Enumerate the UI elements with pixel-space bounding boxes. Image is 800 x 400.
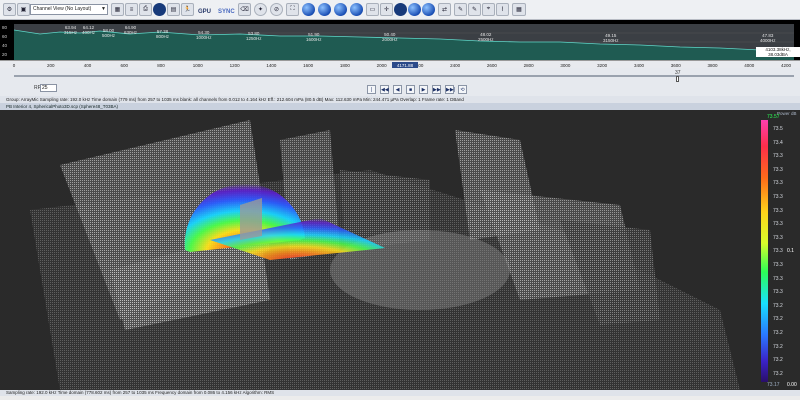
legend-tick: 73.4 bbox=[773, 139, 783, 146]
skip-to-start-button[interactable]: |◀◀ bbox=[367, 85, 376, 101]
pin-icon[interactable]: ⌖ bbox=[482, 3, 495, 16]
fast-forward-button[interactable]: ▶▶ bbox=[432, 85, 441, 94]
tile-icon[interactable]: ▦ bbox=[111, 3, 124, 16]
peak-label: 54.30 1000Hz bbox=[196, 30, 212, 40]
y-tick: 40 bbox=[2, 43, 8, 48]
gpu-button[interactable]: GPU bbox=[196, 5, 213, 18]
legend-tick: 73.2 bbox=[773, 343, 783, 350]
legend-tick: 73.2 bbox=[773, 330, 783, 336]
peak-label: 51.90 1600Hz bbox=[306, 32, 322, 42]
record-icon[interactable] bbox=[153, 3, 166, 16]
legend-bottom-value: 73.17 bbox=[767, 382, 780, 388]
legend-tick: 73.3 bbox=[773, 275, 783, 282]
pen-icon[interactable]: ✎ bbox=[468, 3, 481, 16]
settings-icon[interactable]: ⚙ bbox=[3, 3, 16, 16]
map-icon[interactable]: ⛶ bbox=[286, 3, 299, 16]
status-bar-top: Group: ArrayMic Sampling rate: 192.0 kHz… bbox=[0, 96, 800, 103]
peak-label: 47.83 4000Hz bbox=[760, 33, 776, 43]
disc-icon[interactable] bbox=[394, 3, 407, 16]
status-bar-strip bbox=[0, 396, 800, 400]
peak-label: 58.00 500Hz bbox=[102, 28, 116, 38]
run-icon[interactable]: 🏃 bbox=[181, 3, 194, 16]
compass-icon[interactable]: ✦ bbox=[254, 3, 267, 16]
legend-tick: 73.2 bbox=[773, 370, 783, 377]
legend-tick: 73.3 bbox=[773, 153, 783, 160]
layout-select[interactable]: Channel View (No Layout) ▼ bbox=[30, 4, 108, 15]
legend-mid-label: 0.1 bbox=[787, 248, 794, 254]
y-tick: 80 bbox=[2, 25, 8, 30]
view-title-bar: PB Interior 4, SphericalPhoto3D.scp (Sph… bbox=[0, 103, 800, 110]
pen-icon[interactable]: ✎ bbox=[454, 3, 467, 16]
legend-tick: 73.3 bbox=[773, 248, 783, 255]
legend-tick: 73.3 bbox=[773, 194, 783, 200]
arrows-icon[interactable]: ⇄ bbox=[438, 3, 451, 16]
globe-icon[interactable] bbox=[334, 3, 347, 16]
peak-label: 64.12 400Hz bbox=[82, 25, 96, 35]
legend-tick: 73.3 bbox=[773, 234, 783, 241]
legend-tick: 73.3 bbox=[773, 262, 783, 268]
stop-button[interactable]: ■ bbox=[406, 85, 415, 94]
legend-tick: 73.3 bbox=[773, 207, 783, 214]
peak-label: 53.80 1250Hz bbox=[246, 31, 262, 41]
timeline-handle[interactable] bbox=[676, 76, 679, 82]
skip-to-end-button[interactable]: ▶▶| bbox=[445, 85, 455, 94]
legend-tick: 73.3 bbox=[773, 180, 783, 187]
no-entry-icon[interactable]: ⊘ bbox=[270, 3, 283, 16]
globe-icon[interactable] bbox=[318, 3, 331, 16]
layout-select-value: Channel View (No Layout) bbox=[33, 6, 92, 12]
cursor-readout: 4103.38kHz, 38.03dBA bbox=[756, 47, 800, 57]
peak-label: 50.40 2000Hz bbox=[382, 32, 398, 42]
point-cloud-svg bbox=[30, 120, 740, 390]
legend-bottom-right: 0.00 bbox=[787, 382, 797, 388]
y-tick: 60 bbox=[2, 34, 8, 39]
legend-tick: 73.3 bbox=[773, 166, 783, 173]
sync-button[interactable]: SYNC bbox=[216, 5, 237, 18]
peak-label: 57.38 800Hz bbox=[156, 29, 170, 39]
eraser-icon[interactable]: ⌫ bbox=[238, 3, 251, 16]
print-icon[interactable]: ⎙ bbox=[139, 3, 152, 16]
crosshair-icon[interactable]: ✛ bbox=[380, 3, 393, 16]
legend-top-value: 73.57 bbox=[767, 114, 780, 120]
peak-label: 64.90 630Hz bbox=[124, 25, 138, 35]
peak-label: 49.15 3150Hz bbox=[603, 33, 619, 43]
globe-icon[interactable] bbox=[302, 3, 315, 16]
loop-button[interactable]: ⟲ bbox=[458, 85, 467, 94]
structure-center bbox=[240, 198, 262, 240]
fast-rewind-button[interactable]: ◀◀ bbox=[380, 85, 389, 94]
legend-tick: 73.5 bbox=[773, 126, 783, 132]
legend-tick: 73.3 bbox=[773, 289, 783, 296]
chevron-down-icon: ▼ bbox=[101, 6, 106, 12]
save-icon[interactable]: ▣ bbox=[17, 3, 30, 16]
legend-tick: 73.2 bbox=[773, 316, 783, 323]
legend-tick: 73.2 bbox=[773, 302, 783, 309]
legend-tick: 73.2 bbox=[773, 357, 783, 364]
y-tick: 20 bbox=[2, 52, 8, 57]
frequency-axis[interactable]: 0 200 400 600 800 1000 1200 1400 1600 1800 2000 220… bbox=[0, 60, 800, 68]
calculator-icon[interactable]: ▦ bbox=[512, 3, 526, 16]
peak-label: 48.02 2500Hz bbox=[478, 32, 494, 42]
screen-icon[interactable]: ▭ bbox=[366, 3, 379, 16]
step-back-button[interactable]: ◀ bbox=[393, 85, 402, 94]
rate-input[interactable]: 25 bbox=[40, 84, 57, 92]
play-button[interactable]: ▶ bbox=[419, 85, 428, 94]
point-cloud-view[interactable] bbox=[0, 110, 800, 390]
list-icon[interactable]: ≡ bbox=[125, 3, 138, 16]
color-legend: Power dB 73.57 73.5 73.4 73.3 73.3 73.3 73.3 7… bbox=[757, 110, 800, 390]
globe-icon[interactable] bbox=[422, 3, 435, 16]
chart-icon[interactable]: ⌇ bbox=[496, 3, 509, 16]
main-toolbar: ⚙ ▣ Channel View (No Layout) ▼ ▦ ≡ ⎙ ▤ 🏃… bbox=[0, 0, 800, 20]
globe-icon[interactable] bbox=[350, 3, 363, 16]
globe-icon[interactable] bbox=[408, 3, 421, 16]
film-icon[interactable]: ▤ bbox=[167, 3, 180, 16]
legend-tick: 73.3 bbox=[773, 221, 783, 228]
legend-color-bar bbox=[761, 120, 768, 382]
peak-label: 63.94 315Hz bbox=[64, 25, 78, 35]
